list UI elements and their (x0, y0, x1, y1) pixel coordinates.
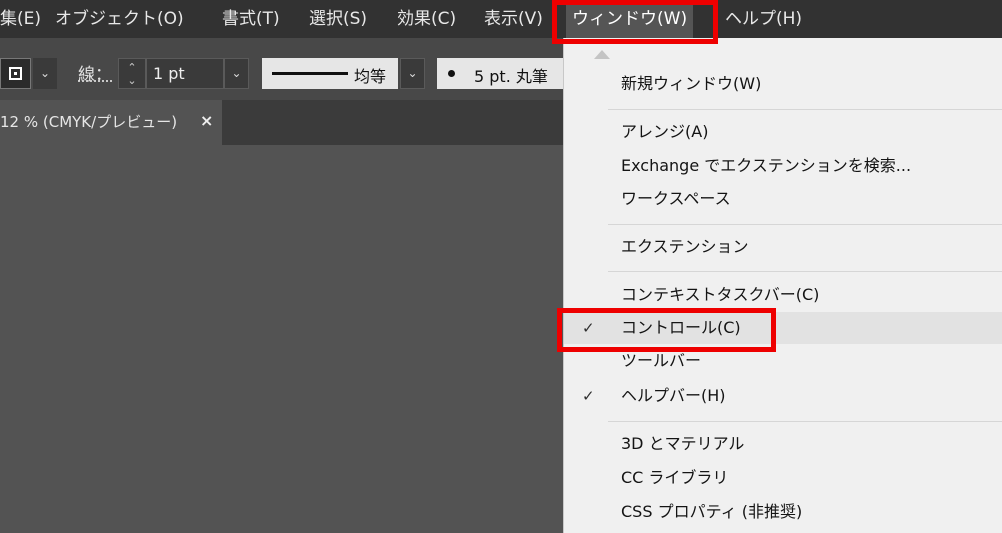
checkmark-icon: ✓ (582, 387, 595, 405)
window-menu-highlight-box (552, 0, 718, 44)
stroke-swatch-chevron-down-icon[interactable]: ⌄ (33, 58, 57, 89)
menu-item-workspace[interactable]: ワークスペース (564, 183, 1002, 215)
stroke-swatch[interactable] (0, 58, 31, 89)
menu-item-3d-materials[interactable]: 3D とマテリアル (564, 428, 1002, 460)
scroll-up-arrow-icon[interactable] (594, 50, 610, 59)
menu-object[interactable]: オブジェクト(O) (55, 0, 184, 38)
menu-effect[interactable]: 効果(C) (397, 0, 456, 38)
control-item-highlight-box (557, 308, 776, 352)
menu-item-extensions[interactable]: エクステンション (564, 231, 1002, 263)
menu-edit[interactable]: 集(E) (0, 0, 41, 38)
menu-help[interactable]: ヘルプ(H) (725, 0, 802, 38)
menu-separator (608, 271, 1002, 272)
brush-definition[interactable]: 5 pt. 丸筆 (437, 58, 563, 89)
profile-label: 均等 (354, 67, 387, 86)
profile-chevron-down-icon[interactable]: ⌄ (400, 58, 425, 89)
menu-separator (608, 421, 1002, 422)
menu-item-new-window[interactable]: 新規ウィンドウ(W) (564, 68, 1002, 100)
menu-view[interactable]: 表示(V) (484, 0, 543, 38)
profile-line-icon (272, 72, 348, 75)
variable-width-profile[interactable]: 均等 (262, 58, 398, 89)
document-tab-title: 12 % (CMYK/プレビュー) (0, 113, 178, 131)
menu-item-exchange-search[interactable]: Exchange でエクステンションを検索... (564, 150, 1002, 182)
menu-bar: 集(E) オブジェクト(O) 書式(T) 選択(S) 効果(C) 表示(V) ウ… (0, 0, 1002, 38)
stroke-weight-chevron-down-icon[interactable]: ⌄ (224, 58, 249, 89)
menu-separator (608, 224, 1002, 225)
menu-item-arrange[interactable]: アレンジ(A) (564, 116, 1002, 148)
window-menu-dropdown: 新規ウィンドウ(W) アレンジ(A) Exchange でエクステンションを検索… (563, 38, 1002, 533)
menu-item-help-bar[interactable]: ✓ ヘルプバー(H) (564, 380, 1002, 412)
document-tab[interactable]: 12 % (CMYK/プレビュー) × (0, 100, 222, 145)
menu-select[interactable]: 選択(S) (309, 0, 367, 38)
stroke-weight-input[interactable]: 1 pt (146, 58, 224, 89)
brush-dot-icon (448, 70, 455, 77)
brush-label: 5 pt. 丸筆 (474, 67, 548, 86)
menu-type[interactable]: 書式(T) (222, 0, 280, 38)
stroke-square-icon (9, 67, 22, 80)
menu-item-cc-libraries[interactable]: CC ライブラリ (564, 462, 1002, 494)
stroke-label: 線： (78, 65, 112, 85)
stroke-stepper-icon[interactable]: ⌃ ⌄ (118, 58, 146, 89)
menu-item-contextual-taskbar[interactable]: コンテキストタスクバー(C) (564, 279, 1002, 311)
close-icon[interactable]: × (200, 111, 213, 130)
stroke-weight-value: 1 pt (153, 64, 185, 83)
menu-separator (608, 109, 1002, 110)
menu-item-css-properties[interactable]: CSS プロパティ (非推奨) (564, 496, 1002, 528)
